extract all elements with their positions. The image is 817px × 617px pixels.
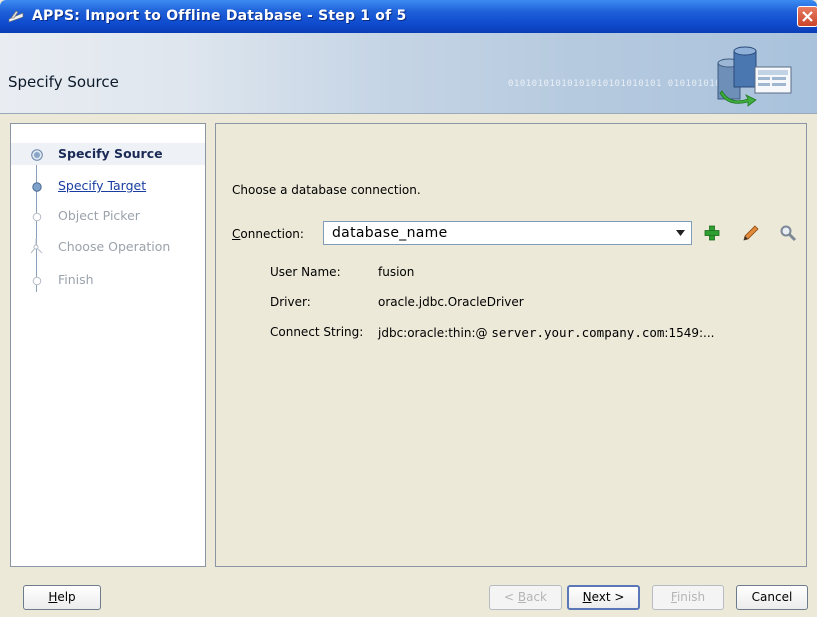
train-step-object-picker: Object Picker <box>11 205 205 227</box>
edit-pencil-icon <box>743 225 759 241</box>
train-step-label: Finish <box>58 272 94 287</box>
connection-selected-value: database_name <box>332 225 448 241</box>
next-label: ext > <box>591 590 625 604</box>
connection-prompt: Choose a database connection. <box>232 183 421 197</box>
train-step-specify-source[interactable]: Specify Source <box>11 143 205 165</box>
train-step-label: Specify Source <box>58 146 163 161</box>
back-label: ack <box>526 590 547 604</box>
title-bar[interactable]: APPS: Import to Offline Database - Step … <box>0 0 817 33</box>
add-icon <box>704 225 720 241</box>
search-magnifier-icon <box>780 225 797 242</box>
browse-connection-button[interactable] <box>779 224 797 242</box>
next-button[interactable]: Next > <box>567 585 640 610</box>
edit-connection-button[interactable] <box>742 224 760 242</box>
connection-label-text: onnection: <box>240 227 304 241</box>
wizard-content-panel: Choose a database connection. Connection… <box>215 123 807 567</box>
connection-dropdown[interactable]: database_name <box>323 221 692 245</box>
app-icon <box>8 9 24 23</box>
next-mnemonic: N <box>582 590 592 604</box>
user-name-label: User Name: <box>270 265 341 279</box>
cancel-button[interactable]: Cancel <box>736 585 808 610</box>
connect-string-host: server.your.company.com <box>491 325 665 340</box>
connect-string-label: Connect String: <box>270 325 364 339</box>
back-prefix: < <box>503 590 518 604</box>
database-banner-icon <box>700 43 800 112</box>
step-enabled-icon <box>32 182 42 192</box>
page-title: Specify Source <box>8 73 119 91</box>
train-step-choose-operation: Choose Operation <box>11 236 205 258</box>
window-title: APPS: Import to Offline Database - Step … <box>32 8 407 24</box>
close-window-button[interactable] <box>797 6 817 27</box>
current-step-icon <box>31 149 43 161</box>
close-icon <box>802 11 813 22</box>
wizard-header: Specify Source 0101010101010101010101010… <box>0 33 817 114</box>
connect-string-prefix: jdbc:oracle:thin:@ <box>378 326 488 340</box>
connection-label: Connection: <box>232 227 304 241</box>
wizard-train-panel: Specify Source Specify Target Object Pic… <box>10 123 206 567</box>
help-button[interactable]: Help <box>23 585 101 610</box>
step-disabled-icon <box>32 212 42 222</box>
help-mnemonic: H <box>48 590 58 604</box>
driver-label: Driver: <box>270 295 311 309</box>
add-connection-button[interactable] <box>703 224 721 242</box>
header-binary-decoration: 01010101010101010101010101 0101010101 <box>508 79 727 89</box>
back-button[interactable]: < Back <box>489 585 562 610</box>
train-step-finish: Finish <box>11 269 205 291</box>
connect-string-value: jdbc:oracle:thin:@ server.your.company.c… <box>378 325 715 340</box>
step-disabled-icon <box>32 276 42 286</box>
back-mnemonic: B <box>517 590 527 604</box>
user-name-value: fusion <box>378 265 415 279</box>
help-label: elp <box>57 590 76 604</box>
train-step-label: Object Picker <box>58 208 140 223</box>
train-step-label: Choose Operation <box>58 239 171 254</box>
finish-button[interactable]: Finish <box>652 585 724 610</box>
dropdown-arrow-icon[interactable] <box>676 230 685 236</box>
driver-value: oracle.jdbc.OracleDriver <box>378 295 524 309</box>
train-step-label: Specify Target <box>58 178 147 193</box>
train-step-specify-target[interactable]: Specify Target <box>11 175 205 197</box>
finish-label: inish <box>676 590 706 604</box>
connect-string-suffix: :1549:... <box>664 326 715 340</box>
branch-step-icon <box>30 239 43 254</box>
